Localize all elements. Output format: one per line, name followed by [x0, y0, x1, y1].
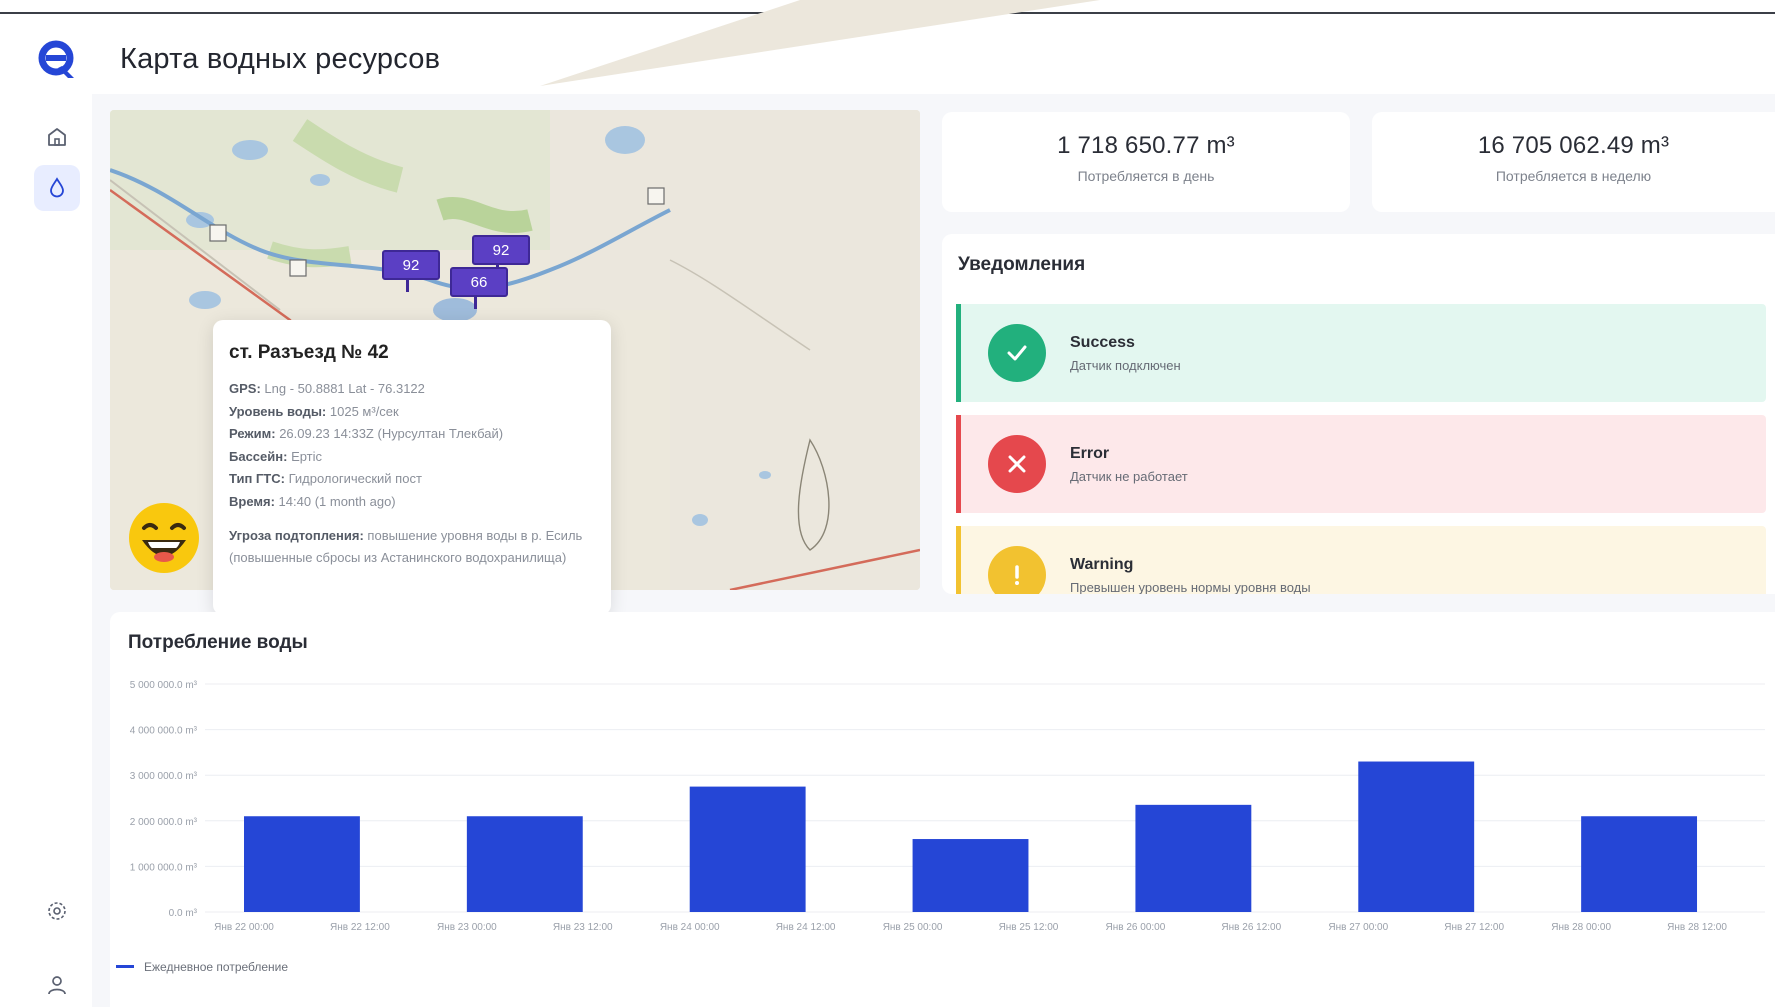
popup-threat: Угроза подтопления: повышение уровня вод… [229, 528, 583, 565]
station-popup: ст. Разъезд № 42 GPS: Lng - 50.8881 Lat … [213, 320, 611, 615]
notification-success[interactable]: Success Датчик подключен [956, 304, 1766, 402]
stat-value: 16 705 062.49 m³ [1477, 132, 1670, 159]
chart-legend-label: Ежедневное потребление [144, 960, 288, 974]
popup-row: Время: 14:40 (1 month ago) [229, 493, 396, 509]
sidebar-item-water[interactable] [34, 165, 80, 211]
notification-accent-bar [956, 304, 961, 402]
check-circle-icon [988, 324, 1046, 382]
chart-x-tick-label: Янв 28 00:00 [1551, 922, 1611, 933]
notification-title: Warning [1070, 555, 1134, 573]
chart-x-tick-label: Янв 28 12:00 [1667, 922, 1727, 933]
laughing-emoji-icon [129, 503, 199, 573]
notification-error[interactable]: Error Датчик не работает [956, 415, 1766, 513]
chart-x-tick-label: Янв 25 00:00 [883, 922, 943, 933]
map-pin[interactable]: 92 [382, 250, 440, 292]
chart-bar [466, 816, 583, 912]
chart-legend-swatch [116, 965, 134, 968]
chart-x-tick-label: Янв 23 00:00 [437, 922, 497, 933]
notifications-panel: Уведомления Success Датчик подключен Err… [942, 234, 1775, 594]
map-pin[interactable]: 66 [450, 267, 508, 309]
notifications-title: Уведомления [958, 254, 1086, 275]
user-icon [48, 976, 66, 995]
sidebar-item-home[interactable] [34, 114, 80, 160]
chart-x-tick-label: Янв 26 12:00 [1221, 922, 1281, 933]
chart-x-tick-label: Янв 27 00:00 [1328, 922, 1388, 933]
map-pin[interactable]: 92 [472, 235, 530, 277]
popup-row: GPS: Lng - 50.8881 Lat - 76.3122 [229, 381, 425, 396]
chart-y-tick-label: 1 000 000.0 m³ [130, 862, 198, 873]
sidebar-item-settings[interactable] [34, 888, 80, 934]
close-circle-icon [988, 435, 1046, 493]
stat-label: Потребляется в неделю [1495, 168, 1652, 184]
page-title: Карта водных ресурсов [120, 42, 441, 75]
popup-title: ст. Разъезд № 42 [229, 342, 389, 363]
chart-bar [912, 839, 1029, 912]
sidebar [10, 24, 92, 1007]
consumption-chart-card: Потребление воды 0.0 m³ 1 000 000.0 m³ 2 0… [110, 612, 1775, 1007]
home-icon [48, 128, 66, 146]
notification-accent-bar [956, 415, 961, 513]
popup-row: Бассейн: Ертіс [229, 448, 323, 464]
chart-x-tick-label: Янв 25 12:00 [999, 922, 1059, 933]
gear-icon [48, 902, 66, 920]
chart-bar [1581, 816, 1698, 912]
notification-warning[interactable]: Warning Превышен уровень нормы уровня во… [956, 526, 1766, 594]
consumption-chart: 0.0 m³ 1 000 000.0 m³ 2 000 000.0 m³ 3 000 … [116, 680, 1765, 974]
header: Карта водных ресурсов [92, 24, 1775, 94]
chart-x-tick-label: Янв 22 12:00 [330, 922, 390, 933]
chart-y-tick-label: 4 000 000.0 m³ [130, 726, 198, 737]
notification-accent-bar [956, 526, 961, 594]
popup-row: Тип ГТС: Гидрологический пост [229, 471, 422, 486]
chart-y-tick-label: 2 000 000.0 m³ [130, 817, 198, 828]
chart-x-tick-label: Янв 22 00:00 [214, 922, 274, 933]
chart-x-tick-label: Янв 23 12:00 [553, 922, 613, 933]
chart-x-tick-label: Янв 26 00:00 [1106, 922, 1166, 933]
stat-card-weekly: 16 705 062.49 m³ Потребляется в неделю [1372, 112, 1775, 212]
warning-circle-icon [988, 546, 1046, 594]
chart-bar [689, 786, 806, 912]
stat-value: 1 718 650.77 m³ [1057, 132, 1235, 159]
chart-y-tick-label: 3 000 000.0 m³ [130, 771, 198, 782]
chart-bar [1358, 761, 1475, 912]
logo-icon[interactable] [34, 36, 80, 82]
popup-row: Режим: 26.09.23 14:33Z (Нурсултан Тлекба… [229, 426, 504, 441]
notification-text: Датчик не работает [1070, 468, 1188, 484]
chart-y-tick-label: 5 000 000.0 m³ [130, 680, 198, 691]
water-drop-icon [50, 177, 64, 198]
notification-text: Датчик подключен [1070, 357, 1181, 373]
sidebar-item-profile[interactable] [34, 962, 80, 1007]
popup-row: Уровень воды: 1025 м³/сек [229, 403, 399, 419]
chart-x-tick-label: Янв 24 00:00 [660, 922, 720, 933]
notification-title: Error [1070, 444, 1110, 462]
chart-bar [244, 816, 360, 912]
notification-text: Превышен уровень нормы уровня воды [1070, 579, 1311, 595]
chart-y-tick-label: 0.0 m³ [169, 908, 198, 919]
chart-bar [1135, 804, 1252, 912]
stat-card-daily: 1 718 650.77 m³ Потребляется в день [942, 112, 1350, 212]
notification-title: Success [1070, 333, 1135, 351]
chart-x-tick-label: Янв 27 12:00 [1444, 922, 1504, 933]
chart-x-tick-label: Янв 24 12:00 [776, 922, 836, 933]
stat-label: Потребляется в день [1077, 168, 1215, 184]
